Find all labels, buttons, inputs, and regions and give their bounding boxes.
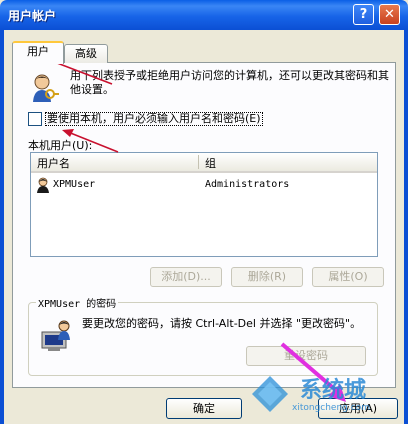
- close-button[interactable]: ✕: [379, 4, 400, 25]
- intro-text: 用下列表授予或拒绝用户访问您的计算机，还可以更改其密码和其他设置。: [70, 69, 389, 96]
- add-user-button[interactable]: 添加(D)...: [150, 267, 222, 287]
- user-properties-button[interactable]: 属性(O): [312, 267, 384, 287]
- window-border-right: [404, 30, 408, 424]
- users-list[interactable]: 用户名 组 XPMUser Administrators: [30, 152, 378, 257]
- reset-password-button[interactable]: 重设密码: [246, 346, 366, 366]
- tab-users[interactable]: 用户: [12, 41, 64, 64]
- window-title: 用户帐户: [8, 9, 57, 23]
- watermark-logo-icon: [252, 376, 288, 412]
- ok-button[interactable]: 确定: [166, 398, 242, 419]
- require-login-checkbox[interactable]: [28, 112, 42, 126]
- remove-user-button[interactable]: 删除(R): [231, 267, 303, 287]
- watermark-text: 系统城: [300, 378, 367, 403]
- column-divider[interactable]: [198, 155, 199, 169]
- password-instructions: 要更改您的密码，请按 Ctrl-Alt-Del 并选择 "更改密码"。: [82, 317, 362, 330]
- watermark-url: xitongcheng.com: [292, 403, 370, 413]
- password-group-title: XPMUser 的密码: [36, 295, 119, 310]
- column-header-username[interactable]: 用户名: [37, 155, 70, 171]
- tab-advanced[interactable]: 高级: [64, 44, 108, 63]
- table-row[interactable]: XPMUser Administrators: [33, 177, 377, 195]
- help-button[interactable]: ?: [353, 4, 374, 25]
- users-keys-icon: [33, 74, 59, 102]
- title-bar[interactable]: 用户帐户 ? ✕: [0, 0, 408, 30]
- row-username: XPMUser: [53, 179, 96, 190]
- computer-user-icon: [41, 320, 70, 351]
- user-icon: [37, 177, 49, 193]
- window-border-left: [0, 30, 4, 424]
- row-group: Administrators: [205, 179, 290, 190]
- require-login-label[interactable]: 要使用本机，用户必须输入用户名和密码(E): [45, 112, 263, 126]
- column-header-group[interactable]: 组: [205, 155, 216, 171]
- list-header: 用户名 组: [31, 153, 377, 173]
- users-section-label: 本机用户(U):: [28, 139, 93, 152]
